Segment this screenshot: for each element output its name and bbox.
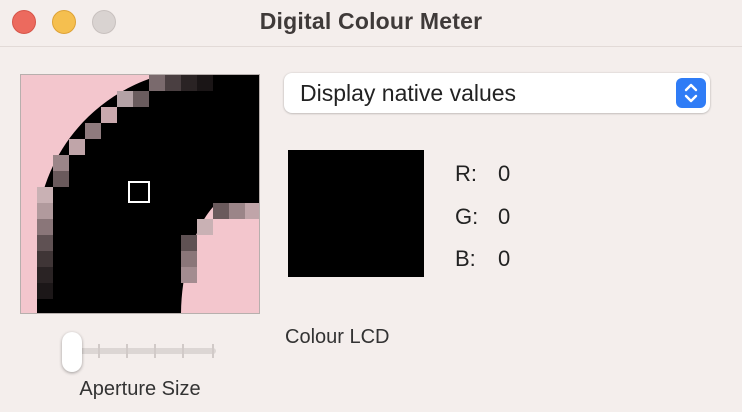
edge-pixel xyxy=(37,219,53,235)
slider-tick xyxy=(126,344,128,358)
edge-pixel xyxy=(37,203,53,219)
edge-pixel xyxy=(181,235,197,251)
aperture-size-label: Aperture Size xyxy=(79,378,201,400)
edge-pixel xyxy=(85,123,101,139)
edge-pixel xyxy=(165,75,181,91)
slider-tick xyxy=(154,344,156,358)
edge-pixel xyxy=(37,187,53,203)
blue-label: B: xyxy=(455,246,476,271)
green-value: 0 xyxy=(498,204,511,229)
edge-pixel xyxy=(133,91,149,107)
edge-pixel xyxy=(213,203,229,219)
edge-pixel xyxy=(181,251,197,267)
edge-pixel xyxy=(245,203,259,219)
green-label: G: xyxy=(455,204,479,229)
edge-pixel xyxy=(117,91,133,107)
edge-pixel xyxy=(37,267,53,283)
up-down-chevron-icon[interactable] xyxy=(676,78,706,108)
display-mode-value: Display native values xyxy=(300,80,517,106)
aperture-indicator xyxy=(128,181,150,203)
edge-pixel xyxy=(53,171,69,187)
edge-pixel xyxy=(197,219,213,235)
slider-tick xyxy=(212,344,214,358)
edge-pixel xyxy=(181,75,197,91)
slider-tick xyxy=(98,344,100,358)
edge-pixel xyxy=(101,107,117,123)
blue-value: 0 xyxy=(498,246,511,271)
edge-pixel xyxy=(37,251,53,267)
slider-track[interactable] xyxy=(74,348,216,354)
edge-pixel xyxy=(229,203,245,219)
edge-pixel xyxy=(197,75,213,91)
aperture-size-slider[interactable] xyxy=(62,330,222,372)
edge-pixel xyxy=(181,267,197,283)
slider-thumb[interactable] xyxy=(62,332,82,372)
edge-pixel xyxy=(37,283,53,299)
edge-pixel xyxy=(37,235,53,251)
edge-pixel xyxy=(149,75,165,91)
display-mode-select[interactable]: Display native values xyxy=(284,73,710,113)
edge-pixel xyxy=(53,155,69,171)
slider-tick xyxy=(182,344,184,358)
colour-swatch xyxy=(288,150,424,277)
display-name: Colour LCD xyxy=(285,326,390,348)
window-title: Digital Colour Meter xyxy=(259,8,483,34)
edge-pixel xyxy=(69,139,85,155)
title-bar: Digital Colour Meter xyxy=(0,0,742,47)
red-value: 0 xyxy=(498,161,511,186)
red-label: R: xyxy=(455,161,477,186)
